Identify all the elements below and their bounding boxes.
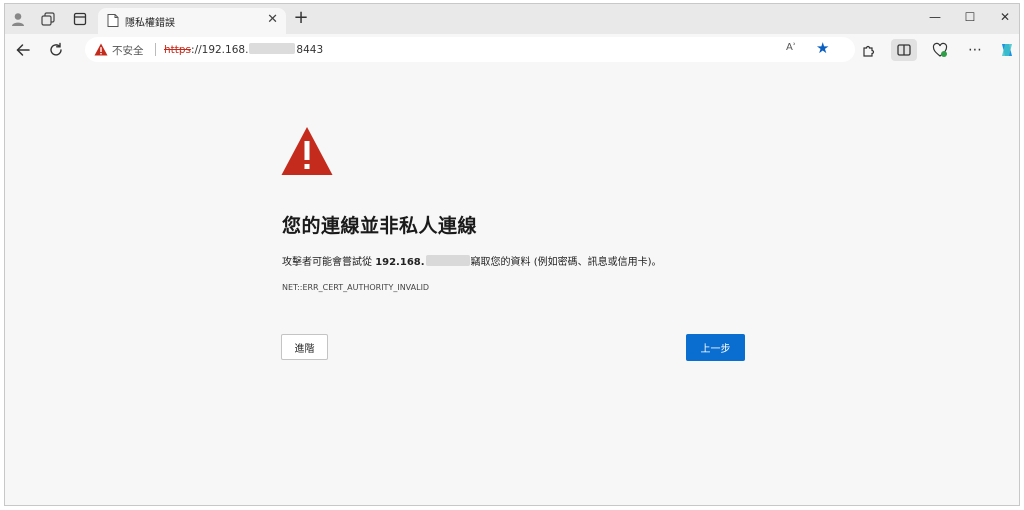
navigation-toolbar: 不安全 https://192.168. 8443 Aʾ ★ ⋯ [5, 34, 1019, 64]
page-favicon-icon [107, 14, 119, 27]
url-host: ://192.168. [191, 44, 249, 56]
tab-strip: 隱私權錯誤 ✕ + — ☐ ✕ [5, 4, 1019, 35]
maximize-button[interactable]: ☐ [954, 7, 986, 27]
advanced-button[interactable]: 進階 [281, 334, 328, 360]
copilot-icon[interactable] [996, 39, 1018, 61]
vertical-tabs-icon[interactable] [71, 10, 89, 28]
url-scheme: https [164, 44, 192, 56]
tab-close-icon[interactable]: ✕ [267, 13, 278, 27]
message-suffix: 竊取您的資料 (例如密碼、訊息或信用卡)。 [470, 257, 662, 268]
favorite-star-icon[interactable]: ★ [816, 39, 829, 57]
redacted-ip-segment [249, 43, 296, 54]
error-page: 您的連線並非私人連線 攻擊者可能會嘗試從 192.168. 竊取您的資料 (例如密… [5, 64, 1019, 505]
not-secure-label[interactable]: 不安全 [112, 43, 144, 58]
browser-window: 隱私權錯誤 ✕ + — ☐ ✕ 不安全 https://192.168. 8443… [4, 3, 1020, 506]
message-prefix: 攻擊者可能會嘗試從 [282, 257, 376, 268]
address-divider [155, 43, 156, 56]
tab-active[interactable]: 隱私權錯誤 ✕ [98, 8, 286, 35]
new-tab-button[interactable]: + [291, 8, 311, 28]
back-arrow-icon[interactable] [12, 39, 34, 61]
page-title: 您的連線並非私人連線 [282, 215, 478, 237]
url-port: 8443 [296, 44, 324, 56]
error-code[interactable]: NET::ERR_CERT_AUTHORITY_INVALID [282, 283, 429, 292]
minimize-button[interactable]: — [919, 7, 951, 27]
go-back-button[interactable]: 上一步 [686, 334, 745, 361]
address-bar[interactable]: 不安全 https://192.168. 8443 Aʾ ★ [85, 37, 855, 62]
not-secure-warning-icon[interactable] [94, 43, 108, 56]
profile-icon[interactable] [9, 10, 27, 28]
close-window-button[interactable]: ✕ [989, 7, 1019, 27]
extensions-icon[interactable] [858, 39, 880, 61]
more-options-icon[interactable]: ⋯ [964, 39, 986, 61]
read-aloud-icon[interactable]: Aʾ [786, 42, 796, 53]
split-screen-icon[interactable] [891, 39, 917, 61]
refresh-icon[interactable] [45, 39, 67, 61]
url-text[interactable]: https://192.168. 8443 [164, 43, 323, 56]
browser-essentials-icon[interactable] [929, 39, 951, 61]
tab-title: 隱私權錯誤 [125, 18, 175, 29]
error-message: 攻擊者可能會嘗試從 192.168. 竊取您的資料 (例如密碼、訊息或信用卡)。 [282, 253, 662, 268]
workspaces-icon[interactable] [39, 10, 57, 28]
message-host: 192.168. [375, 257, 425, 268]
warning-triangle-icon [281, 127, 333, 175]
redacted-ip-segment [425, 255, 470, 266]
